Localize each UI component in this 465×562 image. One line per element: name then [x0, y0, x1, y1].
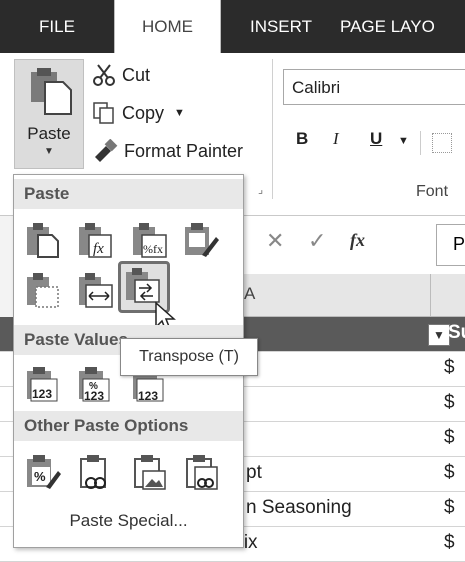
- insert-function-button[interactable]: fx: [350, 230, 365, 251]
- borders-icon[interactable]: [432, 133, 452, 153]
- font-name-input[interactable]: Calibri: [283, 69, 465, 105]
- paste-values-icon[interactable]: 123: [24, 365, 62, 403]
- header-cell: Su: [448, 322, 465, 343]
- paste-link-icon[interactable]: [76, 453, 114, 491]
- paste-icon[interactable]: [24, 221, 62, 259]
- svg-text:123: 123: [84, 389, 104, 403]
- svg-text:123: 123: [32, 387, 52, 401]
- formatting-icon[interactable]: %: [24, 453, 62, 491]
- paintbrush-icon: [95, 139, 118, 162]
- italic-button[interactable]: I: [333, 129, 339, 149]
- svg-text:%: %: [34, 469, 46, 484]
- chevron-down-icon: ▼: [174, 107, 185, 119]
- paste-special-menu-item[interactable]: Paste Special...: [14, 501, 243, 541]
- paste-button[interactable]: Paste ▼: [14, 59, 84, 169]
- ribbon-tab-bar: FILE HOME INSERT PAGE LAYO: [0, 0, 465, 54]
- font-group-label: Font: [416, 183, 449, 200]
- paste-picture-icon[interactable]: [130, 453, 168, 491]
- scissors-icon: [93, 64, 115, 86]
- tab-insert[interactable]: INSERT: [226, 0, 336, 53]
- paste-label: Paste: [27, 124, 71, 143]
- transpose-icon: [126, 268, 160, 303]
- paste-formulas-icon[interactable]: fx: [76, 221, 114, 259]
- clipboard-dialog-launcher-icon[interactable]: ⌟: [258, 183, 263, 196]
- tab-page-layout[interactable]: PAGE LAYO: [340, 0, 465, 53]
- paste-section-header: Paste: [14, 179, 243, 209]
- format-painter-label: Format Painter: [124, 140, 244, 161]
- cut-label: Cut: [122, 64, 151, 85]
- cancel-icon[interactable]: ✕: [266, 228, 284, 254]
- underline-button[interactable]: U: [370, 129, 382, 149]
- column-header-a[interactable]: A: [242, 274, 431, 316]
- copy-button[interactable]: Copy ▼: [92, 101, 185, 125]
- copy-icon: [93, 102, 114, 124]
- formula-bar: ✕ ✓ fx P: [242, 216, 465, 275]
- tab-file[interactable]: FILE: [0, 0, 114, 53]
- transpose-tooltip: Transpose (T): [120, 338, 258, 376]
- filter-dropdown-icon[interactable]: ▼: [428, 324, 450, 346]
- keep-source-formatting-icon[interactable]: [182, 221, 220, 259]
- no-borders-icon[interactable]: [24, 271, 62, 309]
- values-number-formatting-icon[interactable]: %123: [76, 365, 114, 403]
- chevron-down-icon: ▼: [44, 146, 54, 157]
- svg-text:123: 123: [138, 389, 158, 403]
- copy-label: Copy: [122, 102, 165, 123]
- clipboard-icon: [31, 68, 72, 115]
- chevron-down-icon[interactable]: ▼: [398, 135, 409, 147]
- bold-button[interactable]: B: [296, 129, 308, 149]
- column-header-row: A: [242, 274, 465, 317]
- paste-formulas-number-formatting-icon[interactable]: %fx: [130, 221, 168, 259]
- group-divider: [272, 59, 273, 199]
- format-painter-button[interactable]: Format Painter: [92, 139, 243, 163]
- svg-text:%fx: %fx: [143, 242, 163, 256]
- toolbar-divider: [420, 131, 421, 155]
- enter-icon[interactable]: ✓: [308, 228, 326, 254]
- linked-picture-icon[interactable]: [182, 453, 220, 491]
- cut-button[interactable]: Cut: [92, 63, 150, 87]
- keep-column-widths-icon[interactable]: [76, 271, 114, 309]
- svg-text:fx: fx: [93, 241, 104, 257]
- tab-home[interactable]: HOME: [114, 0, 221, 54]
- formula-input[interactable]: P: [436, 224, 465, 266]
- other-paste-options-header: Other Paste Options: [14, 411, 243, 441]
